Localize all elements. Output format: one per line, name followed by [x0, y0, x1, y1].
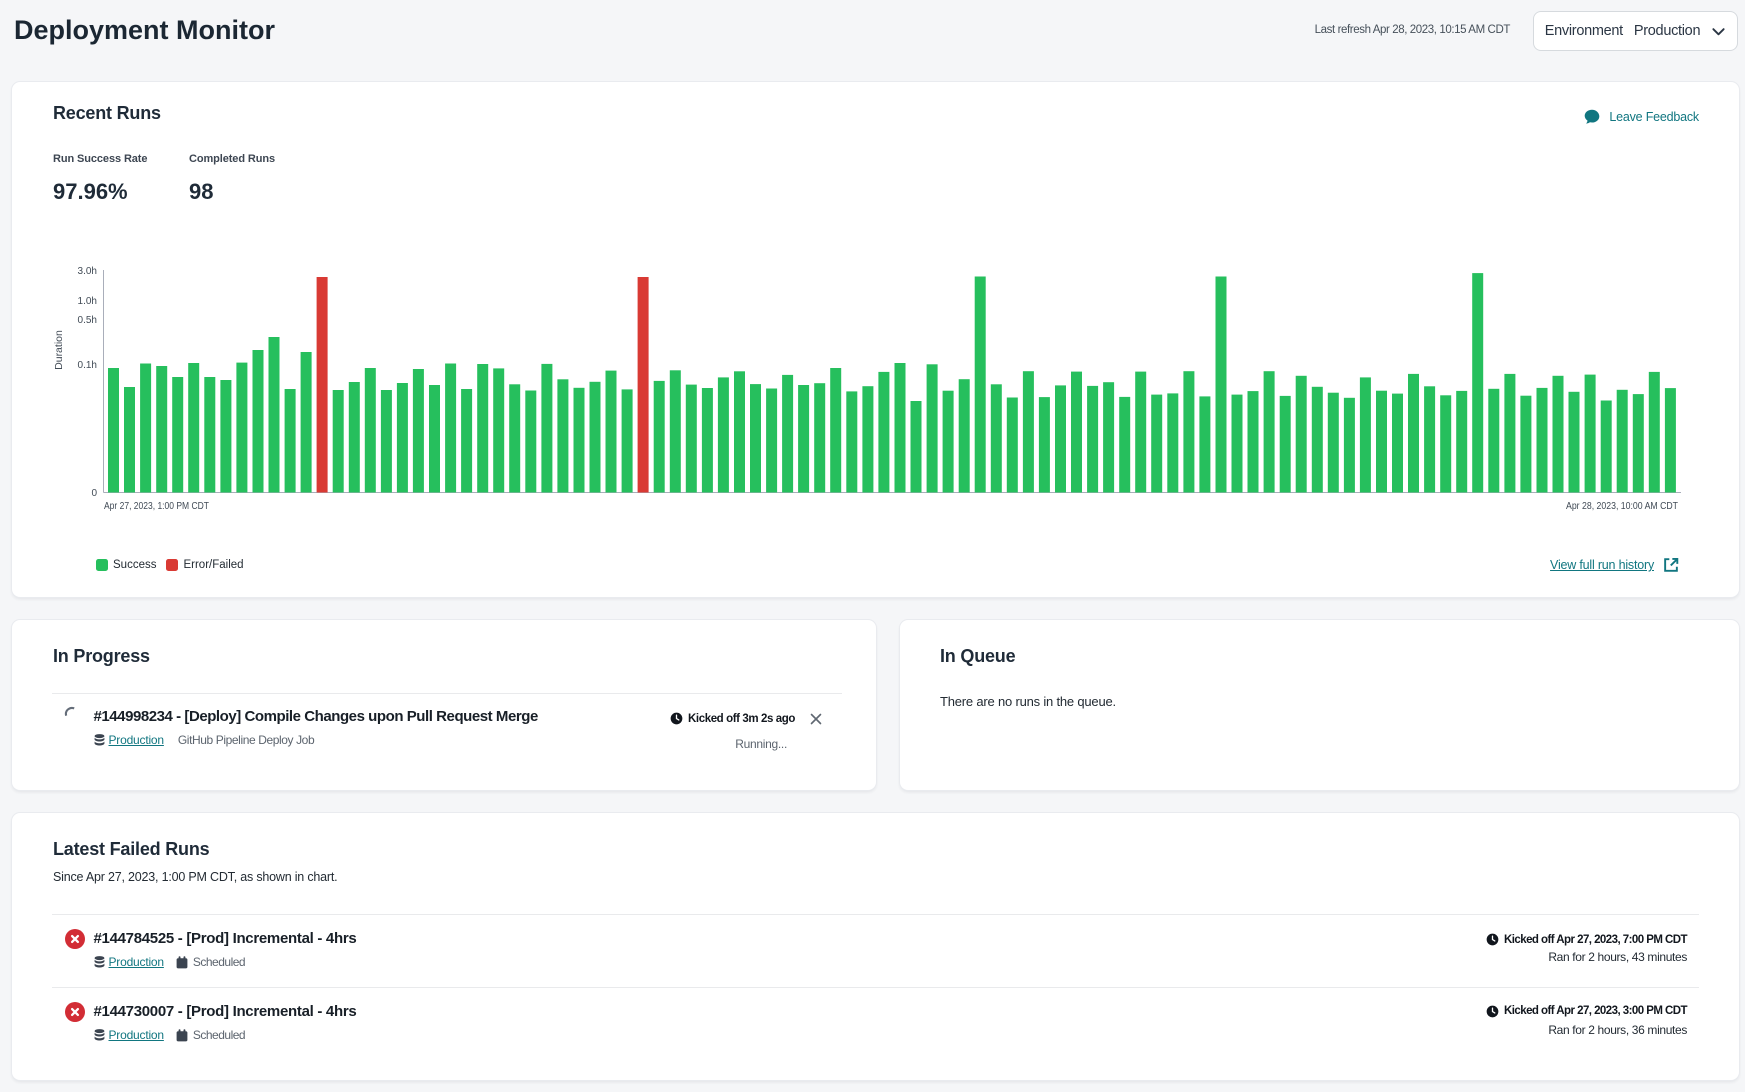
svg-text:3.0h: 3.0h	[78, 266, 97, 277]
svg-text:0.1h: 0.1h	[78, 360, 97, 371]
svg-text:Apr 28, 2023, 10:00 AM CDT: Apr 28, 2023, 10:00 AM CDT	[1566, 500, 1678, 512]
svg-text:0: 0	[91, 488, 97, 499]
svg-text:0.5h: 0.5h	[78, 315, 97, 326]
svg-text:Apr 27, 2023, 1:00 PM CDT: Apr 27, 2023, 1:00 PM CDT	[104, 500, 209, 512]
svg-text:Duration: Duration	[53, 330, 65, 370]
svg-text:1.0h: 1.0h	[78, 296, 97, 307]
